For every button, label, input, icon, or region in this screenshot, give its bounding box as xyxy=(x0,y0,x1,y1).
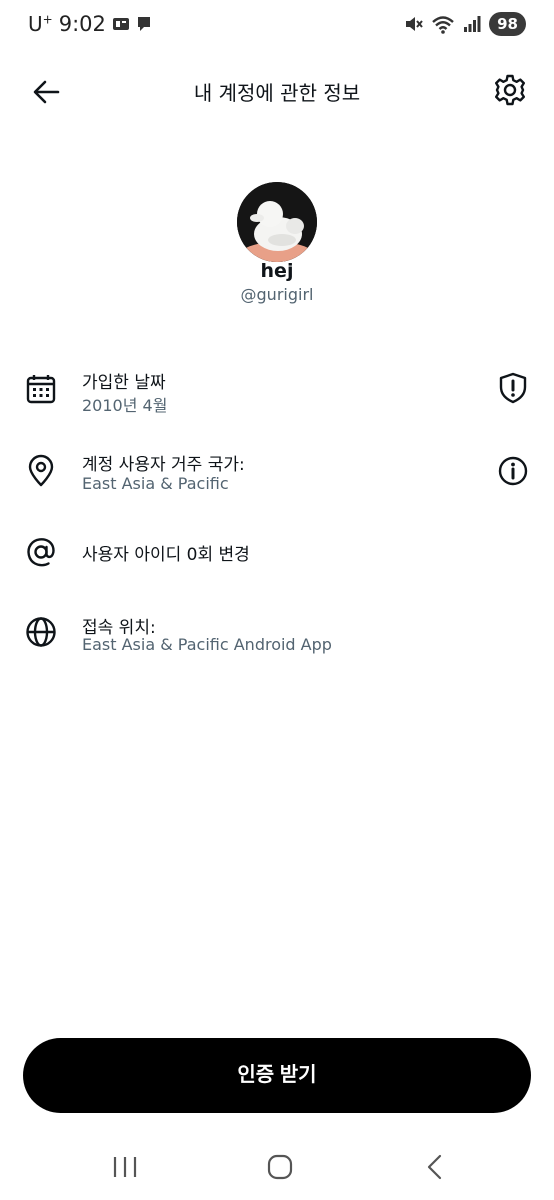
info-row-join-date: 가입한 날짜 2010년 4월 xyxy=(0,365,554,425)
header: 내 계정에 관한 정보 xyxy=(0,60,554,120)
system-nav-bar xyxy=(0,1135,554,1200)
settings-button[interactable] xyxy=(492,72,528,108)
globe-icon xyxy=(24,615,58,649)
chevron-left-icon xyxy=(427,1154,442,1180)
message-notification-icon xyxy=(137,17,150,31)
display-name: hej xyxy=(260,260,294,282)
status-right: 98 xyxy=(403,12,526,36)
app-notification-icon xyxy=(112,18,129,30)
signal-icon xyxy=(464,16,481,32)
battery-indicator: 98 xyxy=(489,12,526,36)
gear-icon xyxy=(495,74,525,106)
connected-from-value: East Asia & Pacific Android App xyxy=(82,635,332,654)
shield-icon[interactable] xyxy=(496,371,530,405)
at-sign-icon xyxy=(24,535,58,569)
info-row-username-changes: 사용자 아이디 0회 변경 xyxy=(0,535,554,575)
join-date-value: 2010년 4월 xyxy=(82,396,168,415)
recent-apps-icon xyxy=(113,1157,137,1177)
country-label: 계정 사용자 거주 국가: xyxy=(82,455,245,475)
username-changes-label: 사용자 아이디 0회 변경 xyxy=(82,545,250,565)
status-bar: U+ 9:02 98 xyxy=(0,0,554,52)
location-pin-icon xyxy=(24,454,58,488)
country-value: East Asia & Pacific xyxy=(82,474,229,493)
join-date-label: 가입한 날짜 xyxy=(82,373,166,393)
calendar-icon xyxy=(24,372,58,406)
carrier-label: U+ xyxy=(28,12,53,36)
avatar[interactable] xyxy=(237,182,317,262)
recent-apps-button[interactable] xyxy=(105,1151,145,1183)
system-back-button[interactable] xyxy=(414,1151,454,1183)
get-verified-button[interactable]: 인증 받기 xyxy=(23,1038,531,1113)
user-handle: @gurigirl xyxy=(240,285,314,304)
info-icon[interactable] xyxy=(496,454,530,488)
status-left: U+ 9:02 xyxy=(28,12,152,36)
info-row-connected-from: 접속 위치: East Asia & Pacific Android App xyxy=(0,610,554,670)
mute-icon xyxy=(406,17,423,31)
home-icon xyxy=(267,1154,293,1180)
home-button[interactable] xyxy=(260,1151,300,1183)
page-title: 내 계정에 관한 정보 xyxy=(193,81,361,105)
avatar-image xyxy=(237,182,317,262)
status-time: 9:02 xyxy=(58,12,106,36)
info-row-country: 계정 사용자 거주 국가: East Asia & Pacific xyxy=(0,447,554,507)
wifi-icon xyxy=(432,16,454,34)
